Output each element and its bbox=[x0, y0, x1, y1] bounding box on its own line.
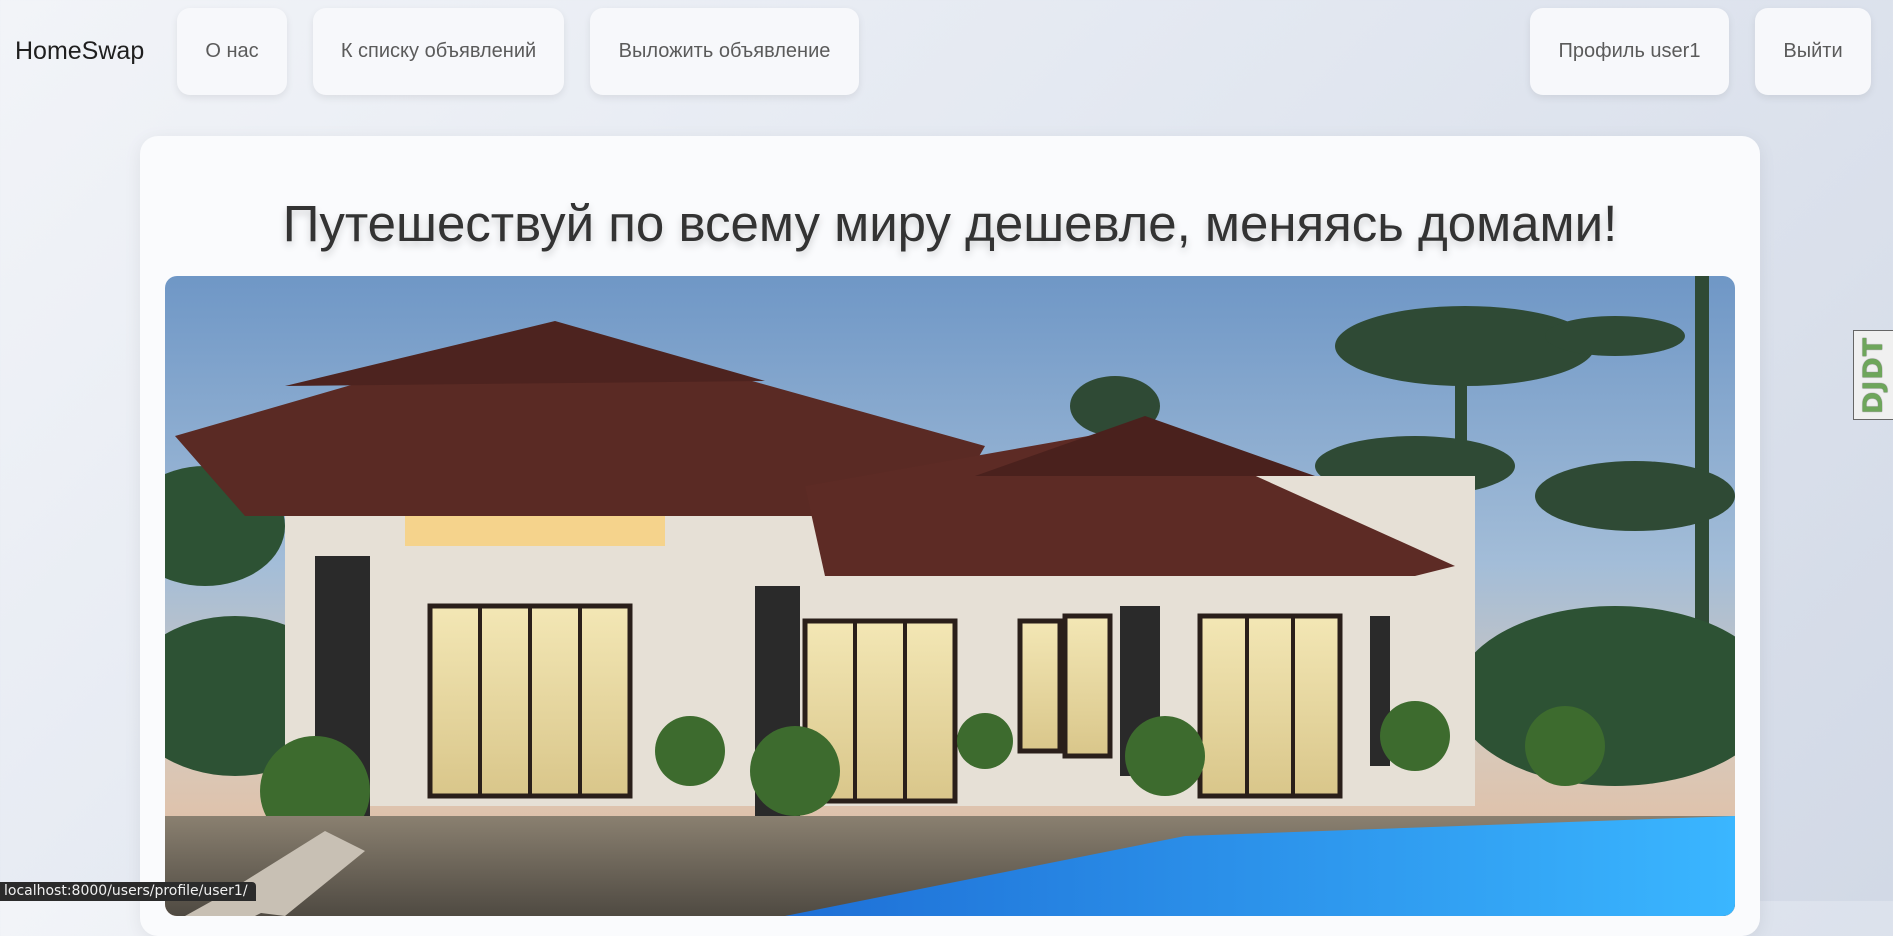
nav-listings-button[interactable]: К списку объявлений bbox=[313, 8, 564, 95]
debug-toolbar-label: DJDT bbox=[1858, 336, 1890, 414]
nav-post-listing-button[interactable]: Выложить объявление bbox=[590, 8, 859, 95]
debug-toolbar-handle[interactable]: DJDT bbox=[1853, 330, 1893, 420]
status-bar-url: localhost:8000/users/profile/user1/ bbox=[0, 882, 256, 901]
nav-about-button[interactable]: О нас bbox=[177, 8, 287, 95]
hero-title: Путешествуй по всему миру дешевле, меняя… bbox=[282, 195, 1618, 252]
hero-house-image bbox=[165, 276, 1735, 916]
nav-profile-button[interactable]: Профиль user1 bbox=[1530, 8, 1729, 95]
nav-logout-button[interactable]: Выйти bbox=[1755, 8, 1871, 95]
brand-logo-link[interactable]: HomeSwap bbox=[15, 36, 144, 66]
navbar: HomeSwap О нас К списку объявлений Вылож… bbox=[0, 0, 1893, 104]
